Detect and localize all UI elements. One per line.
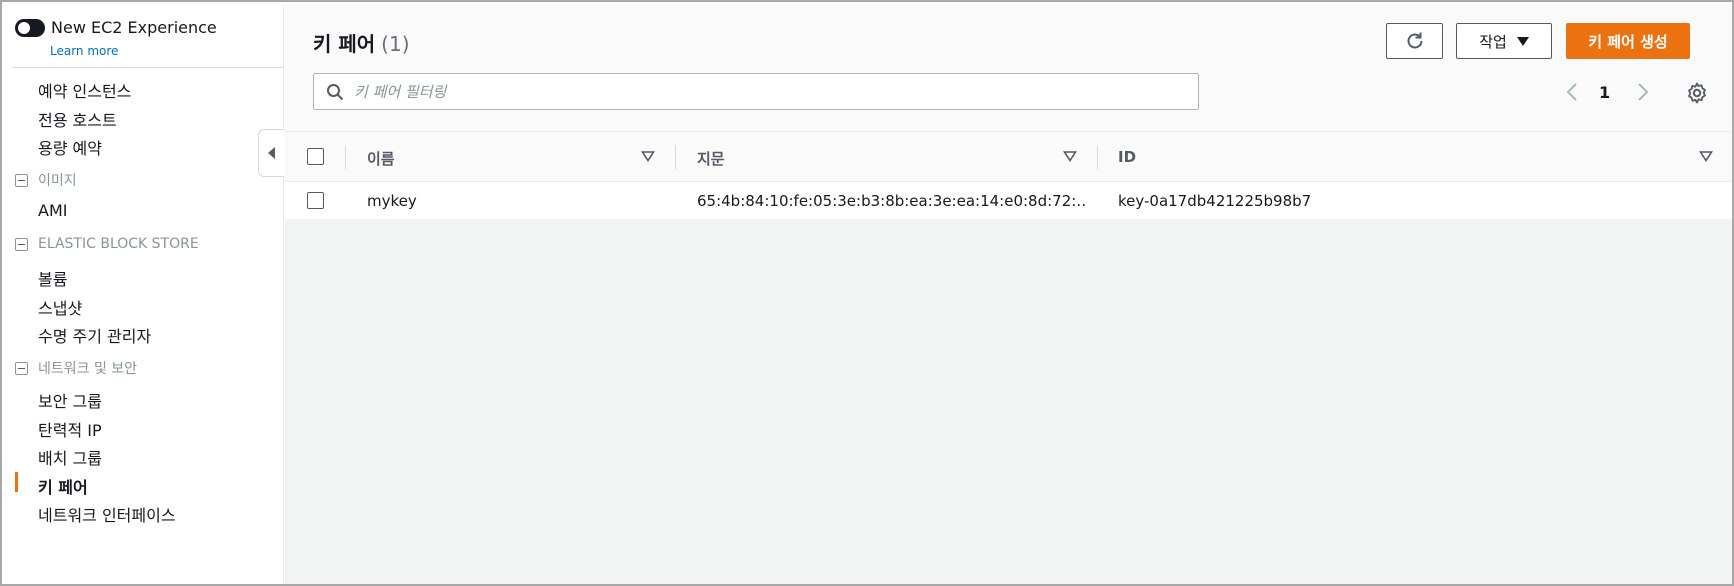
actions-button[interactable]: 작업: [1456, 23, 1552, 59]
create-key-pair-label: 키 페어 생성: [1588, 32, 1668, 51]
sidebar-item-reserved-instances[interactable]: 예약 인스턴스: [38, 78, 131, 102]
page-title-text: 키 페어: [313, 32, 376, 56]
table-row[interactable]: mykey 65:4b:84:10:fe:05:3e:b3:8b:ea:3e:e…: [285, 182, 1732, 219]
section-network-label: 네트워크 및 보안: [38, 361, 138, 377]
sidebar-item-key-pairs[interactable]: 키 페어: [38, 474, 88, 498]
section-images-header[interactable]: 이미지: [15, 170, 77, 190]
cell-id: key-0a17db421225b98b7: [1118, 192, 1312, 210]
sidebar-item-network-interfaces[interactable]: 네트워크 인터페이스: [38, 502, 176, 526]
collapse-icon: [268, 147, 275, 159]
gear-icon[interactable]: [1685, 81, 1709, 105]
sidebar-item-dedicated-hosts[interactable]: 전용 호스트: [38, 107, 117, 131]
section-ebs-label: ELASTIC BLOCK STORE: [38, 236, 199, 252]
chevron-left-icon: [1566, 83, 1577, 101]
column-header-fingerprint[interactable]: 지문: [697, 148, 725, 169]
filter-search-box: [313, 73, 1199, 110]
table-header: 이름 지문 ID: [285, 131, 1732, 182]
sidebar-item-lifecycle-manager[interactable]: 수명 주기 관리자: [38, 323, 151, 347]
collapse-section-icon: [15, 237, 28, 251]
collapse-section-icon: [15, 173, 28, 187]
cell-name: mykey: [367, 192, 417, 210]
column-header-name[interactable]: 이름: [367, 148, 395, 169]
row-select-checkbox[interactable]: [307, 192, 324, 209]
current-page-number[interactable]: 1: [1599, 83, 1610, 102]
next-page-button[interactable]: [1633, 81, 1653, 103]
collapse-sidebar-button[interactable]: [258, 129, 284, 177]
toggle-label: New EC2 Experience: [51, 18, 217, 37]
main-content: 키 페어 (1) 작업 키 페어 생성 키 페어 필터링 1 이름 지문 ID …: [285, 4, 1732, 584]
item-count: (1): [381, 32, 410, 56]
active-indicator: [15, 472, 18, 492]
section-ebs-header[interactable]: ELASTIC BLOCK STORE: [15, 236, 199, 252]
collapse-section-icon: [15, 361, 28, 375]
sort-icon[interactable]: [1699, 150, 1713, 162]
learn-more-link[interactable]: Learn more: [50, 44, 118, 58]
refresh-button[interactable]: [1386, 23, 1443, 59]
sidebar-item-elastic-ips[interactable]: 탄력적 IP: [38, 417, 102, 441]
sidebar-item-snapshots[interactable]: 스냅샷: [38, 295, 82, 319]
filter-search-input[interactable]: [354, 82, 1194, 101]
create-key-pair-button[interactable]: 키 페어 생성: [1566, 23, 1690, 59]
app-frame: New EC2 Experience Learn more 예약 인스턴스 전용…: [0, 0, 1734, 586]
section-images-label: 이미지: [38, 173, 77, 189]
toggle-icon[interactable]: [15, 18, 45, 37]
actions-label: 작업: [1479, 32, 1507, 51]
caret-down-icon: [1516, 36, 1529, 46]
sort-icon[interactable]: [1063, 150, 1077, 162]
section-network-header[interactable]: 네트워크 및 보안: [15, 358, 137, 378]
cell-fingerprint: 65:4b:84:10:fe:05:3e:b3:8b:ea:3e:ea:14:e…: [697, 192, 1087, 210]
select-all-checkbox[interactable]: [307, 148, 324, 165]
column-divider: [1097, 145, 1098, 169]
chevron-right-icon: [1638, 83, 1649, 101]
previous-page-button[interactable]: [1562, 81, 1582, 103]
sidebar-item-placement-groups[interactable]: 배치 그룹: [38, 445, 102, 469]
column-divider: [345, 145, 346, 169]
sort-icon[interactable]: [641, 150, 655, 162]
sidebar-item-security-groups[interactable]: 보안 그룹: [38, 388, 102, 412]
refresh-icon: [1407, 32, 1422, 49]
sidebar-item-capacity-reservations[interactable]: 용량 예약: [38, 135, 102, 159]
page-title: 키 페어 (1): [313, 28, 410, 57]
column-divider: [675, 145, 676, 169]
key-pairs-panel: 키 페어 (1) 작업 키 페어 생성 키 페어 필터링 1 이름 지문 ID …: [285, 4, 1732, 219]
sidebar-item-ami[interactable]: AMI: [38, 201, 67, 220]
new-experience-toggle-row: New EC2 Experience: [15, 18, 217, 37]
sidebar-divider: [12, 67, 284, 68]
sidebar: New EC2 Experience Learn more 예약 인스턴스 전용…: [4, 4, 284, 584]
column-header-id[interactable]: ID: [1118, 148, 1136, 166]
search-icon: [327, 83, 344, 100]
sidebar-item-volumes[interactable]: 볼륨: [38, 266, 67, 290]
